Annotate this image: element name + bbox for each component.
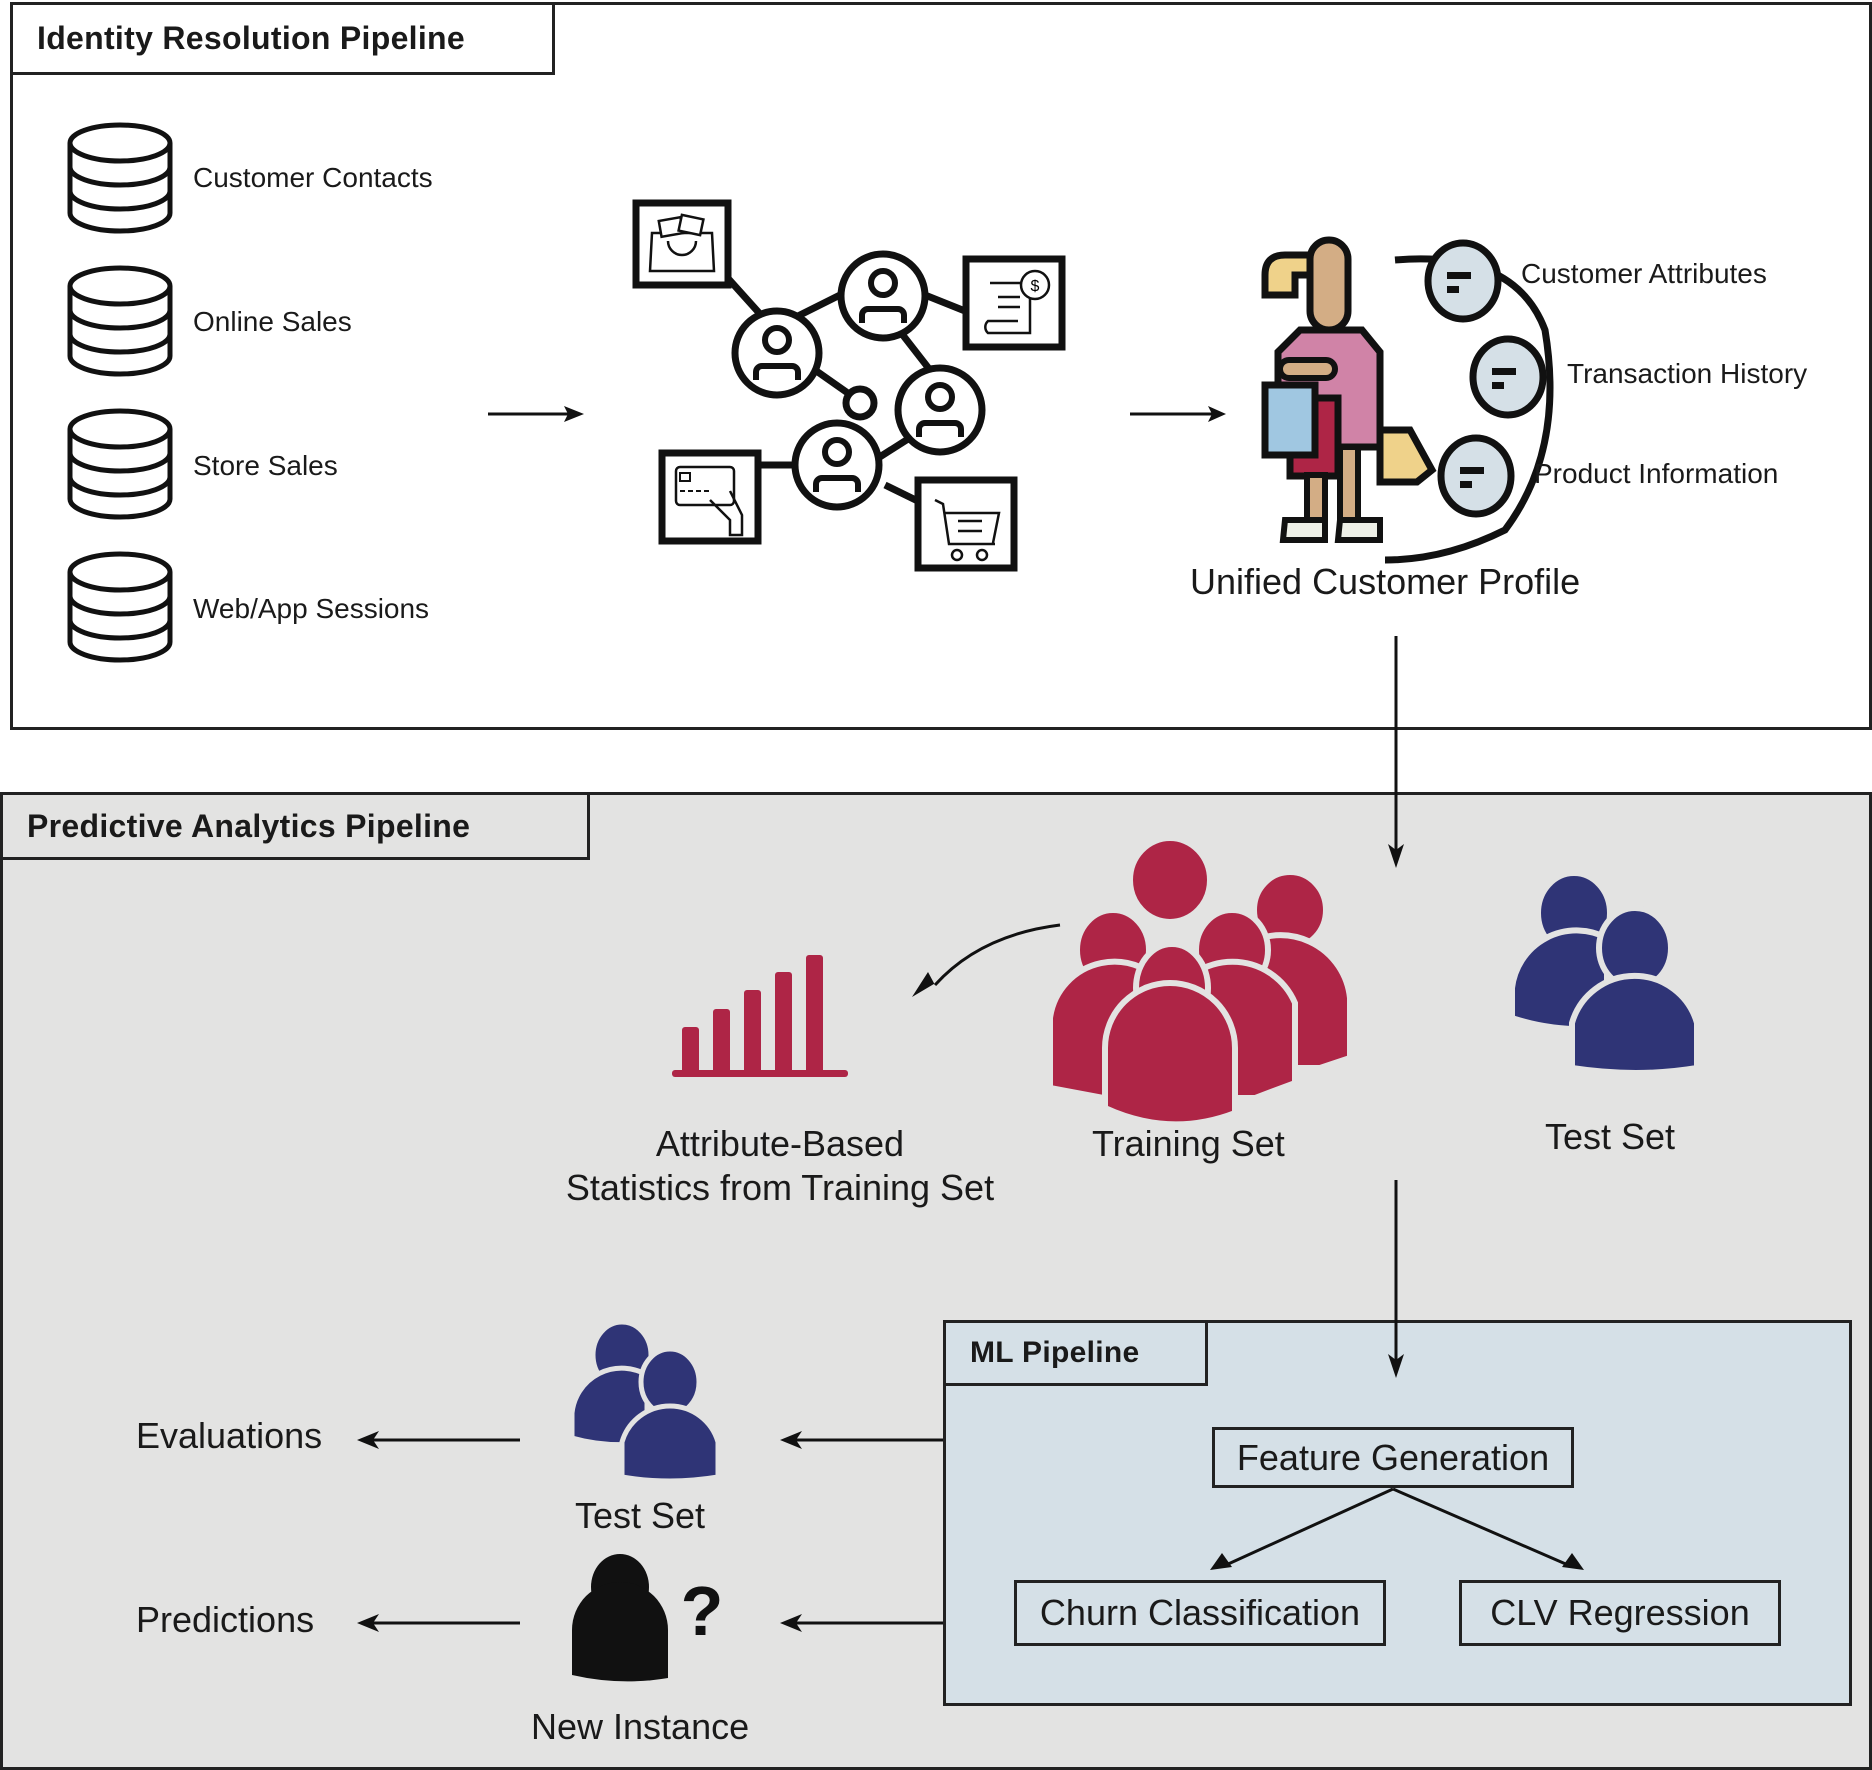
shopping-cart-icon (914, 476, 1018, 572)
user-node-icon (894, 364, 986, 456)
test-set-bottom-icon (569, 1319, 721, 1484)
evaluations-label: Evaluations (136, 1415, 323, 1456)
clv-regression-box: CLV Regression (1459, 1580, 1781, 1646)
stats-label-line1: Attribute-Based (655, 1123, 905, 1164)
training-set-icon (1047, 835, 1353, 1128)
clv-regression-text: CLV Regression (1490, 1592, 1750, 1633)
receipt-dollar-icon: $ (962, 255, 1066, 351)
attribute-circle-icon (1437, 434, 1515, 518)
database-icon (67, 265, 173, 377)
test-set-bottom-label: Test Set (575, 1495, 706, 1536)
database-icon (67, 408, 173, 520)
stats-label-line2: Statistics from Training Set (565, 1167, 995, 1208)
database-icon (67, 551, 173, 663)
arrow-into-predictive (1388, 792, 1404, 868)
feature-generation-text: Feature Generation (1236, 1436, 1550, 1478)
predictive-panel-title: Predictive Analytics Pipeline (0, 792, 590, 860)
predictions-label: Predictions (136, 1599, 315, 1640)
test-set-label: Test Set (1545, 1116, 1676, 1157)
churn-classification-box: Churn Classification (1014, 1580, 1386, 1646)
identity-network: $ (632, 199, 1066, 572)
database-icon (67, 122, 173, 234)
arrow-new-to-predictions (357, 1614, 520, 1632)
ml-panel-title: ML Pipeline (943, 1320, 1208, 1386)
arrows-feature-to-models (1210, 1487, 1584, 1570)
credit-card-hand-icon (658, 449, 762, 545)
stats-label: Attribute-Based Statistics from Training… (555, 1122, 1005, 1210)
attribute-circle-icon (1469, 335, 1547, 419)
arrow-network-to-profile (1130, 406, 1226, 422)
bar-chart-icon (672, 955, 848, 1077)
attribute-label: Product Information (1534, 458, 1779, 489)
database-icons (67, 122, 173, 663)
predictive-panel-title-text: Predictive Analytics Pipeline (27, 807, 471, 844)
source-label: Store Sales (193, 450, 338, 481)
arrow-into-ml (1388, 1320, 1404, 1378)
user-node-icon (791, 419, 883, 511)
svg-text:$: $ (1031, 278, 1040, 295)
source-label: Web/App Sessions (193, 593, 430, 624)
curved-arrow-training-to-stats (912, 923, 1061, 997)
user-node-icon (731, 307, 823, 399)
source-label: Customer Contacts (193, 162, 433, 193)
training-set-label: Training Set (1092, 1123, 1285, 1164)
new-instance-label: New Instance (531, 1706, 750, 1747)
ml-panel-title-text: ML Pipeline (970, 1336, 1140, 1369)
attribute-circle-icon (1424, 239, 1502, 323)
user-node-icon (837, 250, 929, 342)
source-label: Online Sales (193, 306, 352, 337)
feature-generation-box: Feature Generation (1212, 1427, 1574, 1488)
question-mark-icon: ? (681, 1572, 724, 1650)
unified-profile-label: Unified Customer Profile (1190, 561, 1581, 602)
new-instance-icon: ? (572, 1554, 724, 1682)
test-set-icon (1509, 870, 1700, 1076)
churn-classification-text: Churn Classification (1039, 1592, 1361, 1633)
arrow-ml-to-new-instance (780, 1614, 943, 1632)
small-node-icon (842, 385, 878, 421)
arrow-sources-to-network (488, 406, 584, 422)
arrow-test-to-evaluations (357, 1431, 520, 1449)
arrow-ml-to-test-set (780, 1431, 943, 1449)
shopping-bag-icon (632, 199, 732, 289)
attribute-label: Transaction History (1567, 358, 1808, 389)
attribute-label: Customer Attributes (1521, 258, 1767, 289)
